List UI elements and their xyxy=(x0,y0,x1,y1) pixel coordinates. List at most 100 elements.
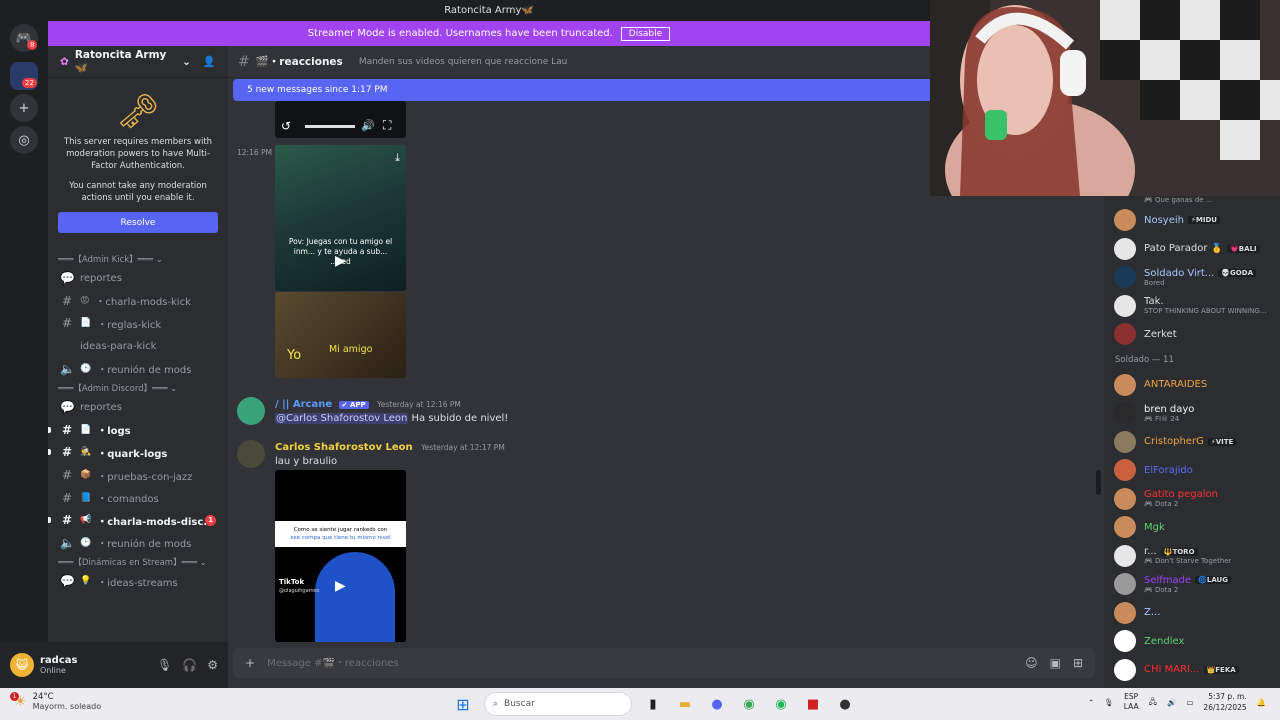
game-video[interactable]: ⤓ Pov: Juegas con tu amigo el inm... y t… xyxy=(275,145,406,291)
channel-item[interactable]: ideas-para-kick xyxy=(48,335,228,358)
volume-icon[interactable]: 🔊 xyxy=(361,119,375,132)
channel-item[interactable]: # 📄 ・logs xyxy=(48,419,228,442)
volume-slider[interactable] xyxy=(305,125,355,128)
message-author[interactable]: / || Arcane xyxy=(275,399,332,410)
tray-chevron-icon[interactable]: ⌃ xyxy=(1088,698,1094,707)
media-app-icon[interactable]: ■ xyxy=(802,693,824,715)
search-label: Buscar xyxy=(504,699,535,709)
member-item[interactable]: ANTARAIDES xyxy=(1104,371,1280,400)
member-clan-tag: ⚡MIDU xyxy=(1188,216,1220,225)
member-item[interactable]: CHI MARI... 👑FEKA xyxy=(1104,656,1280,685)
channel-item[interactable]: 💬 reportes xyxy=(48,267,228,290)
play-icon[interactable]: ▶ xyxy=(335,253,346,269)
spotify-icon[interactable]: ◉ xyxy=(770,693,792,715)
system-clock[interactable]: 5:37 p. m. 26/12/2025 xyxy=(1203,691,1246,713)
channel-item[interactable]: # 📦 ・pruebas-con-jazz xyxy=(48,464,228,487)
member-name-row: Gatito pegalon xyxy=(1144,489,1218,500)
add-attachment-icon[interactable]: + xyxy=(245,656,255,670)
weather-widget[interactable]: ☀ 1 24°C Mayorm. soleado xyxy=(10,691,101,711)
member-item[interactable]: r... 🔱TORO 🎮 Don't Starve Together xyxy=(1104,542,1280,571)
channel-item[interactable]: 🔈 🕒 ・reunión de mods xyxy=(48,357,228,380)
resolve-button[interactable]: Resolve xyxy=(58,212,218,233)
microphone-icon[interactable]: 🎙 xyxy=(157,658,172,672)
member-item[interactable]: Soldado Virt... 💀GODA Bored xyxy=(1104,263,1280,292)
channel-item[interactable]: # 😡 ・charla-mods-kick xyxy=(48,290,228,313)
channel-item[interactable]: # 📢 ・charla-mods-disc... 1 xyxy=(48,509,228,532)
task-view-icon[interactable]: ▮ xyxy=(642,693,664,715)
channel-item[interactable]: 🔈 🕒 ・reunión de mods xyxy=(48,532,228,555)
headphones-icon[interactable]: 🎧 xyxy=(182,658,197,672)
channel-category[interactable]: ═══【Admin Kick】═══ ⌄ xyxy=(48,251,228,267)
video-player[interactable]: ↺ 🔊 ⛶ xyxy=(275,101,406,138)
mfa-notice: 🗝 This server requires members with mode… xyxy=(48,78,228,204)
channel-category[interactable]: ═══【Admin Discord】═══ ⌄ xyxy=(48,380,228,396)
chevron-down-icon: ⌄ xyxy=(182,55,191,68)
emoji-icon[interactable]: ☺ xyxy=(1025,656,1038,670)
user-avatar-carlos[interactable] xyxy=(237,440,265,468)
message-scrollbar[interactable] xyxy=(1096,470,1101,495)
member-item[interactable]: Tak. STOP THINKING ABOUT WINNING... xyxy=(1104,292,1280,321)
member-avatar xyxy=(1114,402,1136,425)
gif-icon[interactable]: ▣ xyxy=(1050,656,1061,670)
taskbar-search[interactable]: ⌕ Buscar xyxy=(484,692,632,716)
windows-start-icon[interactable]: ⊞ xyxy=(452,693,474,715)
member-item[interactable]: Pato Parador 🥇 💗BALI xyxy=(1104,235,1280,264)
member-name: Nosyeih xyxy=(1144,214,1184,226)
add-server-button[interactable]: + xyxy=(10,94,38,122)
play-icon[interactable]: ▶ xyxy=(335,578,346,594)
lang-2: LAA xyxy=(1123,702,1139,711)
windows-taskbar: ☀ 1 24°C Mayorm. soleado ⊞ ⌕ Buscar ▮ ▬ ●… xyxy=(0,688,1280,720)
hash-icon: # xyxy=(61,445,73,460)
fullscreen-icon[interactable]: ⛶ xyxy=(383,118,391,133)
tiktok-video[interactable]: Como se siente jugar rankeds con ese com… xyxy=(275,470,406,642)
obs-icon[interactable]: ● xyxy=(834,693,856,715)
member-name-row: r... 🔱TORO xyxy=(1144,546,1231,557)
discover-button[interactable]: ◎ xyxy=(10,126,38,154)
user-status: Online xyxy=(40,666,66,675)
replay-icon[interactable]: ↺ xyxy=(281,119,291,133)
tray-mic-icon[interactable]: 🎙 xyxy=(1104,698,1114,707)
disable-streamer-mode-button[interactable]: Disable xyxy=(620,26,671,41)
meme-image[interactable]: Yo Mi amigo xyxy=(275,292,406,378)
server-icon-ratoncita[interactable]: 22 xyxy=(10,62,38,90)
message-author[interactable]: Carlos Shaforostov Leon xyxy=(275,442,413,453)
member-item[interactable]: Zendlex xyxy=(1104,627,1280,656)
user-avatar[interactable]: 😺 xyxy=(10,653,34,677)
member-item[interactable]: Selfmade 🌀LAUG 🎮 Dota 2 xyxy=(1104,570,1280,599)
user-mention[interactable]: @Carlos Shaforostov Leon xyxy=(275,413,409,424)
discord-taskbar-icon[interactable]: ● xyxy=(706,693,728,715)
member-item[interactable]: Z... xyxy=(1104,599,1280,628)
channel-item[interactable]: 💬 💡 ・ideas-streams xyxy=(48,570,228,593)
file-explorer-icon[interactable]: ▬ xyxy=(674,693,696,715)
direct-messages-button[interactable]: 🎮 8 xyxy=(10,24,38,52)
speaker-icon[interactable]: 🔊 xyxy=(1167,698,1176,707)
member-item[interactable]: Zerket xyxy=(1104,320,1280,349)
language-indicator[interactable]: ESP LAA xyxy=(1124,692,1139,712)
channel-item[interactable]: # 📘 ・comandos xyxy=(48,486,228,509)
sonic-image xyxy=(315,552,395,642)
download-icon[interactable]: ⤓ xyxy=(395,151,400,165)
network-icon[interactable]: 🖧 xyxy=(1149,696,1157,709)
notification-icon[interactable]: 🔔 xyxy=(1257,698,1266,707)
channel-item[interactable]: # 📄 ・reglas-kick xyxy=(48,312,228,335)
member-item[interactable]: ElForajido xyxy=(1104,456,1280,485)
message-input[interactable] xyxy=(267,657,1014,669)
channel-item[interactable]: 💬 reportes xyxy=(48,396,228,419)
gift-icon[interactable]: ⊞ xyxy=(1073,656,1083,670)
channel-item[interactable]: # 🕵️ ・quark-logs xyxy=(48,441,228,464)
server-header[interactable]: ✿ Ratoncita Army🦋 ⌄ 👤 xyxy=(48,46,228,78)
member-item[interactable]: CristopherG ⚡VITE xyxy=(1104,428,1280,457)
member-item[interactable]: Nosyeih ⚡MIDU xyxy=(1104,206,1280,235)
invite-people-icon[interactable]: 👤 xyxy=(203,55,216,68)
member-item[interactable]: bren dayo 🎮 FI® 24 xyxy=(1104,399,1280,428)
battery-icon[interactable]: ▭ xyxy=(1186,698,1193,707)
chrome-icon[interactable]: ◉ xyxy=(738,693,760,715)
message-timestamp: 12:16 PM xyxy=(237,148,272,157)
member-item[interactable]: Mgk xyxy=(1104,513,1280,542)
new-messages-bar[interactable]: 5 new messages since 1:17 PM xyxy=(233,79,930,101)
channel-topic[interactable]: Manden sus videos quieren que reaccione … xyxy=(359,57,568,67)
channel-category[interactable]: ═══【Dinámicas en Stream】═══ ⌄ xyxy=(48,554,228,570)
member-item[interactable]: Gatito pegalon 🎮 Dota 2 xyxy=(1104,485,1280,514)
bot-avatar[interactable] xyxy=(237,397,265,425)
settings-gear-icon[interactable]: ⚙ xyxy=(207,658,218,672)
